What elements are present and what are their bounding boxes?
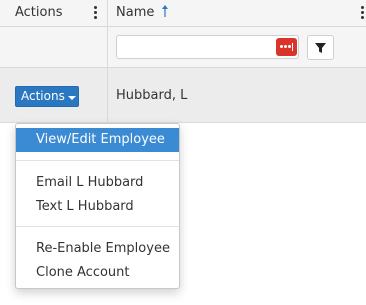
- menu-item-clone-account[interactable]: Clone Account: [16, 261, 179, 285]
- table-row: Actions Hubbard, L: [0, 68, 366, 123]
- actions-column-label: Actions: [15, 5, 63, 20]
- menu-item-re-enable-employee[interactable]: Re-Enable Employee: [16, 237, 179, 261]
- password-manager-icon[interactable]: [276, 38, 297, 56]
- name-column-label: Name: [116, 5, 155, 20]
- menu-item-view-edit-employee[interactable]: View/Edit Employee: [16, 128, 179, 152]
- menu-divider: [16, 160, 179, 161]
- filter-button[interactable]: [307, 35, 334, 60]
- grid-header: Actions Name: [0, 0, 366, 27]
- row-actions-button[interactable]: Actions: [15, 86, 79, 107]
- menu-item-text[interactable]: Text L Hubbard: [16, 195, 179, 219]
- employee-grid: Actions Name Actions Hubbard, L View/Edi…: [0, 0, 366, 305]
- caret-down-icon: [68, 96, 76, 100]
- filter-row: [0, 27, 366, 68]
- employee-name-cell: Hubbard, L: [116, 88, 188, 103]
- row-actions-dropdown: View/Edit Employee Email L Hubbard Text …: [15, 123, 180, 289]
- menu-item-email[interactable]: Email L Hubbard: [16, 171, 179, 195]
- name-filter-input[interactable]: [116, 35, 299, 59]
- name-column-menu-icon[interactable]: [360, 6, 366, 22]
- row-actions-cell: Actions: [0, 68, 108, 123]
- funnel-icon: [315, 43, 326, 53]
- row-actions-label: Actions: [21, 89, 65, 103]
- actions-column-header[interactable]: Actions: [0, 0, 108, 27]
- name-column-header[interactable]: Name: [108, 0, 366, 27]
- actions-column-menu-icon[interactable]: [93, 6, 99, 22]
- sort-ascending-icon[interactable]: [161, 4, 169, 18]
- actions-filter-cell: [0, 27, 108, 67]
- menu-divider: [16, 226, 179, 227]
